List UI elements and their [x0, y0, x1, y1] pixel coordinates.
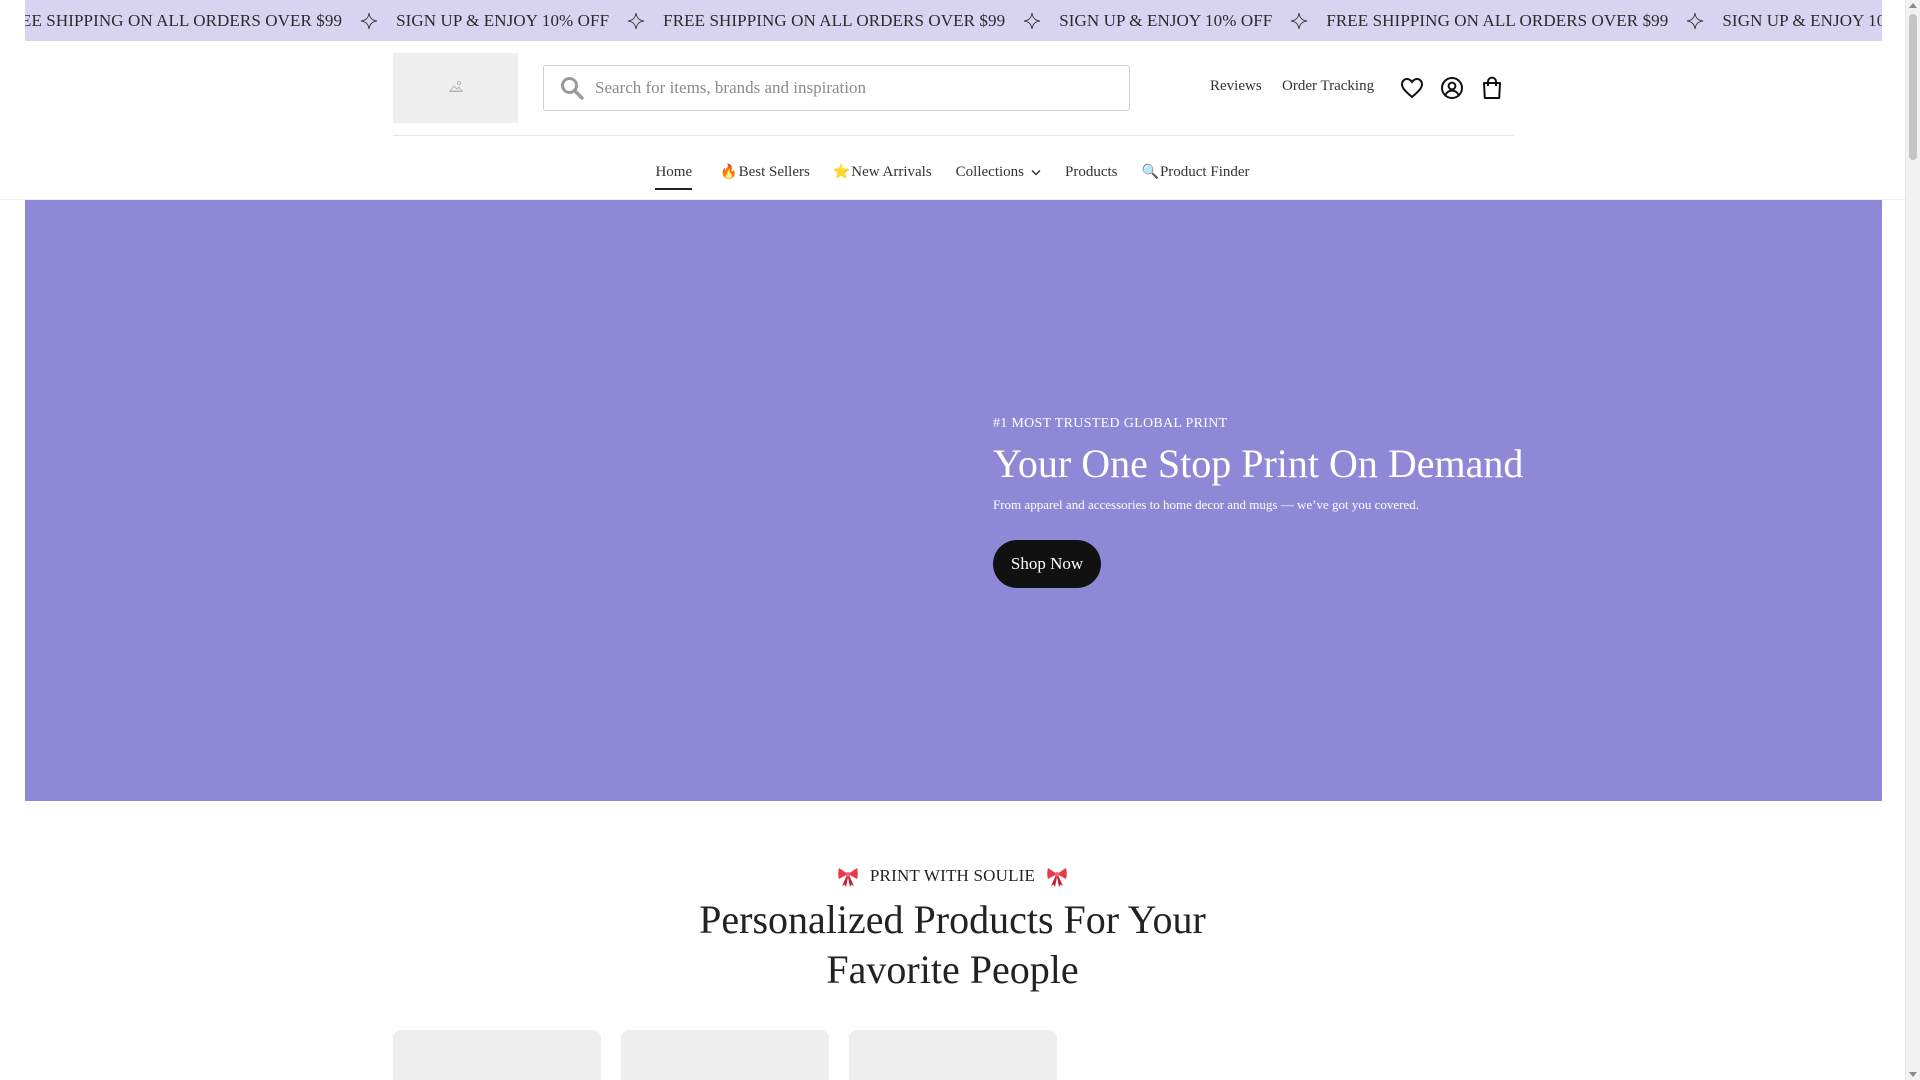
scroll-up-arrow-icon[interactable] — [1909, 3, 1917, 8]
sparkle-icon — [627, 12, 645, 30]
store-logo[interactable] — [393, 53, 518, 123]
account-icon[interactable] — [1439, 75, 1465, 101]
ribbon-bow-icon — [836, 864, 860, 888]
announcement-message: FREE SHIPPING ON ALL ORDERS OVER $99 — [1326, 10, 1669, 30]
sparkle-icon — [1686, 12, 1704, 30]
reviews-link[interactable]: Reviews — [1210, 78, 1262, 95]
nav-item-product-finder[interactable]: 🔍 Product Finder — [1142, 157, 1250, 187]
section-title-line-1: Personalized Products For Your — [699, 897, 1206, 942]
scroll-down-arrow-icon[interactable] — [1909, 1072, 1917, 1077]
section-title: Personalized Products For Your Favorite … — [0, 895, 1905, 995]
search-input[interactable] — [595, 78, 1095, 98]
product-card[interactable] — [849, 1030, 1057, 1080]
nav-item-label: Product Finder — [1159, 163, 1250, 180]
image-placeholder-icon — [448, 79, 464, 98]
ribbon-bow-icon — [1045, 864, 1069, 888]
announcement-track: FREE SHIPPING ON ALL ORDERS OVER $99 SIGN… — [25, 0, 1882, 41]
announcement-message: SIGN UP & ENJOY 10% OFF — [1059, 10, 1273, 30]
section-eyebrow-text: PRINT WITH SOULIE — [869, 866, 1036, 885]
nav-item-best-sellers[interactable]: 🔥 Best Sellers — [720, 157, 810, 187]
nav-item-collections[interactable]: Collections — [956, 157, 1041, 187]
section-eyebrow: PRINT WITH SOULIE — [0, 864, 1905, 888]
magnifier-icon: 🔍 — [1141, 164, 1159, 180]
search-bar[interactable] — [543, 65, 1130, 111]
product-card[interactable] — [621, 1030, 829, 1080]
nav-item-label: Collections — [955, 163, 1024, 180]
order-tracking-link[interactable]: Order Tracking — [1282, 78, 1374, 95]
announcement-message: FREE SHIPPING ON ALL ORDERS OVER $99 — [25, 10, 343, 30]
scrollbar-thumb[interactable] — [1909, 14, 1917, 160]
heart-icon[interactable] — [1399, 75, 1425, 101]
chevron-down-icon — [1031, 169, 1041, 176]
search-icon[interactable] — [558, 74, 586, 102]
announcement-message: SIGN UP & ENJOY 10% OFF — [396, 10, 610, 30]
star-icon: ⭐ — [832, 164, 851, 180]
fire-icon: 🔥 — [720, 164, 738, 180]
nav-item-label: Products — [1065, 163, 1118, 180]
nav-item-label: Best Sellers — [738, 163, 810, 180]
page-scrollbar[interactable] — [1905, 0, 1920, 1080]
sparkle-icon — [360, 12, 378, 30]
nav-item-products[interactable]: Products — [1065, 157, 1118, 187]
hero-title: Your One Stop Print On Demand — [993, 441, 1524, 486]
hero-eyebrow: #1 MOST TRUSTED GLOBAL PRINT — [993, 416, 1228, 431]
announcement-message: SIGN UP & ENJOY 10% OFF — [1722, 10, 1882, 30]
nav-item-new-arrivals[interactable]: ⭐ New Arrivals — [833, 157, 932, 187]
nav-item-home[interactable]: Home — [655, 157, 693, 190]
product-card[interactable] — [393, 1030, 601, 1080]
hero-banner — [25, 200, 1882, 801]
shopping-bag-icon[interactable] — [1479, 75, 1505, 101]
sparkle-icon — [1023, 12, 1041, 30]
shop-now-button[interactable]: Shop Now — [993, 540, 1101, 588]
announcement-message: FREE SHIPPING ON ALL ORDERS OVER $99 — [663, 10, 1006, 30]
section-title-line-2: Favorite People — [826, 947, 1079, 992]
sparkle-icon — [1290, 12, 1308, 30]
nav-item-label: New Arrivals — [851, 163, 932, 180]
announcement-bar: FREE SHIPPING ON ALL ORDERS OVER $99 SIGN… — [25, 0, 1882, 41]
nav-item-label: Home — [655, 163, 693, 180]
header-divider — [393, 135, 1514, 136]
main-nav: Home 🔥 Best Sellers ⭐ New Arrivals Colle… — [0, 155, 1905, 190]
hero-subtitle: From apparel and accessories to home dec… — [993, 497, 1419, 512]
